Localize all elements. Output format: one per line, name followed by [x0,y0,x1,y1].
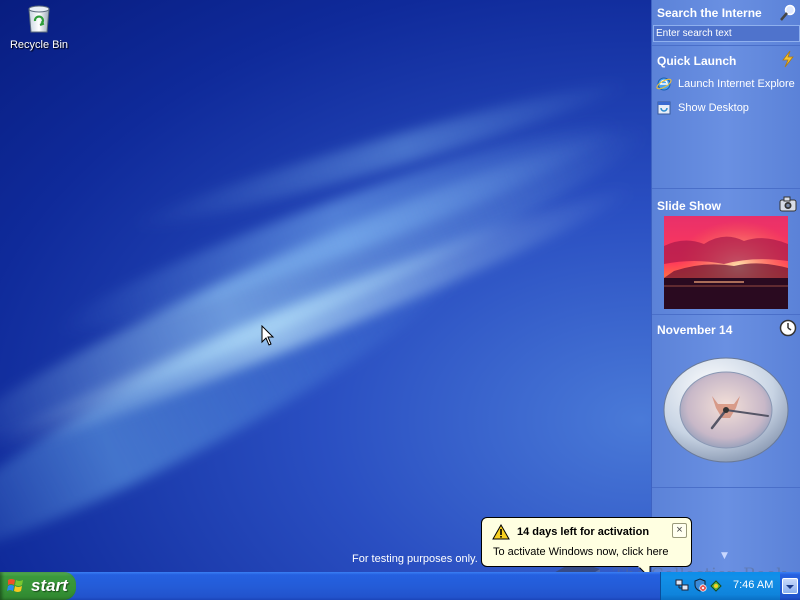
taskbar-clock[interactable]: 7:46 AM [733,579,773,591]
clock-icon[interactable] [779,319,797,337]
start-label: start [31,576,68,595]
network-icon[interactable] [675,578,689,592]
search-input[interactable]: Enter search text [653,25,800,42]
windows-logo-icon [7,579,23,592]
search-gadget: Search the Interne Enter search text [652,0,800,46]
balloon-title: 14 days left for activation [517,526,650,538]
system-tray: 7:46 AM [660,572,780,600]
wallpaper-streak [48,99,632,356]
wallpaper-streak [0,219,485,591]
wallpaper-streak [0,98,662,472]
wallpaper-streak [0,170,643,470]
quick-launch-title: Quick Launch [657,54,737,68]
slide-show-gadget: Slide Show [652,190,800,315]
slide-show-title: Slide Show [657,199,722,213]
camera-icon[interactable] [779,195,797,213]
recycle-bin-label: Recycle Bin [9,39,69,51]
security-alert-icon[interactable] [693,578,707,592]
analog-clock [662,356,790,464]
slide-show-photo[interactable] [664,216,788,309]
lightning-icon [782,50,794,68]
search-gadget-title: Search the Interne [657,6,762,20]
wallpaper-streak [125,68,635,242]
taskbar: start 7:46 AM [0,572,800,600]
testing-watermark-text: For testing purposes only. [352,553,478,565]
magnifier-icon[interactable] [779,4,797,22]
launch-internet-explorer-item[interactable]: Launch Internet Explore [656,75,795,93]
sidebar-toggle-button[interactable] [782,578,798,594]
clock-gadget-date: November 14 [657,323,733,337]
activation-notification-balloon[interactable]: 14 days left for activation To activate … [481,517,692,567]
launch-internet-explorer-label: Launch Internet Explore [678,78,795,90]
activation-icon[interactable] [709,578,723,592]
chevron-down-icon [786,585,794,589]
balloon-close-button[interactable]: × [672,523,687,538]
start-button[interactable]: start [0,572,76,600]
balloon-message-link[interactable]: To activate Windows now, click here [493,546,668,558]
quick-launch-gadget: Quick Launch Launch Internet Explore Sho… [652,47,800,189]
recycle-bin-desktop-icon[interactable]: Recycle Bin [6,2,72,51]
windows-sidebar: Search the Interne Enter search text Qui… [651,0,800,572]
show-desktop-icon [657,101,671,115]
recycle-bin-icon [23,2,55,34]
show-desktop-item[interactable]: Show Desktop [656,99,749,117]
internet-explorer-icon [656,77,672,91]
clock-gadget: November 14 [652,316,800,488]
warning-icon [492,524,510,540]
show-desktop-label: Show Desktop [678,102,749,114]
mouse-cursor-icon [261,325,275,346]
